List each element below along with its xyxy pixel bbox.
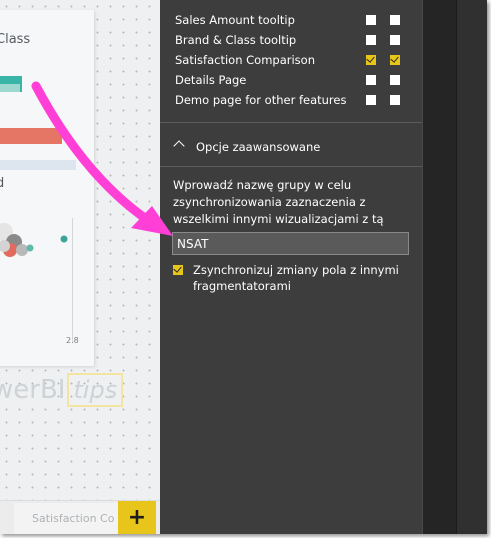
sync-page-name: Sales Amount tooltip: [175, 13, 295, 27]
sync-page-name: Satisfaction Comparison: [175, 53, 315, 67]
visual-title-fragment: Class: [0, 32, 31, 47]
visual-label-fragment: d: [0, 176, 5, 191]
sync-checkbox[interactable]: [366, 75, 376, 85]
chart-bar-light: [0, 160, 76, 170]
add-page-button[interactable]: +: [118, 501, 156, 534]
app-window: Class d 2.8 werBI tips Satisfaction Co +…: [0, 0, 487, 534]
chart-bar-salmon: [0, 128, 62, 144]
watermark-tips: tips: [67, 373, 124, 407]
sync-page-row: Satisfaction Comparison: [160, 50, 422, 70]
watermark-brand: werBI: [0, 375, 66, 405]
visible-checkbox[interactable]: [390, 15, 400, 25]
advanced-options-header[interactable]: Opcje zaawansowane: [160, 128, 422, 166]
visible-checkbox[interactable]: [390, 75, 400, 85]
section-divider: [160, 166, 422, 167]
sync-page-row: Details Page: [160, 70, 422, 90]
scatter-point: [60, 235, 68, 243]
page-tabs-bar: Satisfaction Co +: [0, 500, 160, 534]
sync-page-name: Details Page: [175, 73, 247, 87]
visible-checkbox[interactable]: [390, 35, 400, 45]
axis-tick-label: 2.8: [66, 336, 79, 345]
page-tab-satisfaction-comparison[interactable]: Satisfaction Co: [14, 503, 118, 534]
sync-field-changes-label: Zsynchronizuj zmiany pola z innymi fragm…: [193, 263, 399, 293]
chevron-up-icon[interactable]: [173, 140, 185, 152]
advanced-options-title: Opcje zaawansowane: [196, 140, 321, 154]
visible-checkbox[interactable]: [390, 55, 400, 65]
chart-axis-line: [72, 218, 73, 342]
group-name-input[interactable]: [172, 232, 409, 255]
sync-checkbox[interactable]: [366, 35, 376, 45]
powerbi-tips-watermark: werBI tips: [0, 370, 150, 410]
sync-field-changes-checkbox[interactable]: [173, 265, 183, 275]
report-canvas[interactable]: Class d 2.8 werBI tips: [0, 0, 160, 500]
sync-checkbox[interactable]: [366, 15, 376, 25]
scatter-point: [26, 244, 34, 252]
sync-page-name: Demo page for other features: [175, 93, 347, 107]
pane-divider: [456, 0, 457, 534]
sync-checkbox[interactable]: [366, 55, 376, 65]
scatter-points: [0, 223, 68, 257]
visualizations-pane-collapsed[interactable]: [422, 0, 456, 534]
section-divider: [160, 122, 422, 123]
visible-checkbox[interactable]: [390, 95, 400, 105]
sync-page-name: Brand & Class tooltip: [175, 33, 297, 47]
sync-page-list: Sales Amount tooltip Brand & Class toolti…: [160, 10, 422, 110]
plus-icon: +: [127, 505, 147, 530]
chart-bar-pale: [0, 84, 20, 92]
sync-page-row: Brand & Class tooltip: [160, 30, 422, 50]
sync-slicers-pane: Sales Amount tooltip Brand & Class toolti…: [160, 0, 422, 534]
sync-page-row: Demo page for other features: [160, 90, 422, 110]
sync-page-row: Sales Amount tooltip: [160, 10, 422, 30]
pane-divider: [422, 0, 423, 534]
report-visual-card[interactable]: Class d 2.8: [0, 10, 94, 366]
sync-checkbox[interactable]: [366, 95, 376, 105]
fields-pane-collapsed[interactable]: [456, 0, 487, 534]
scatter-point: [16, 244, 28, 256]
